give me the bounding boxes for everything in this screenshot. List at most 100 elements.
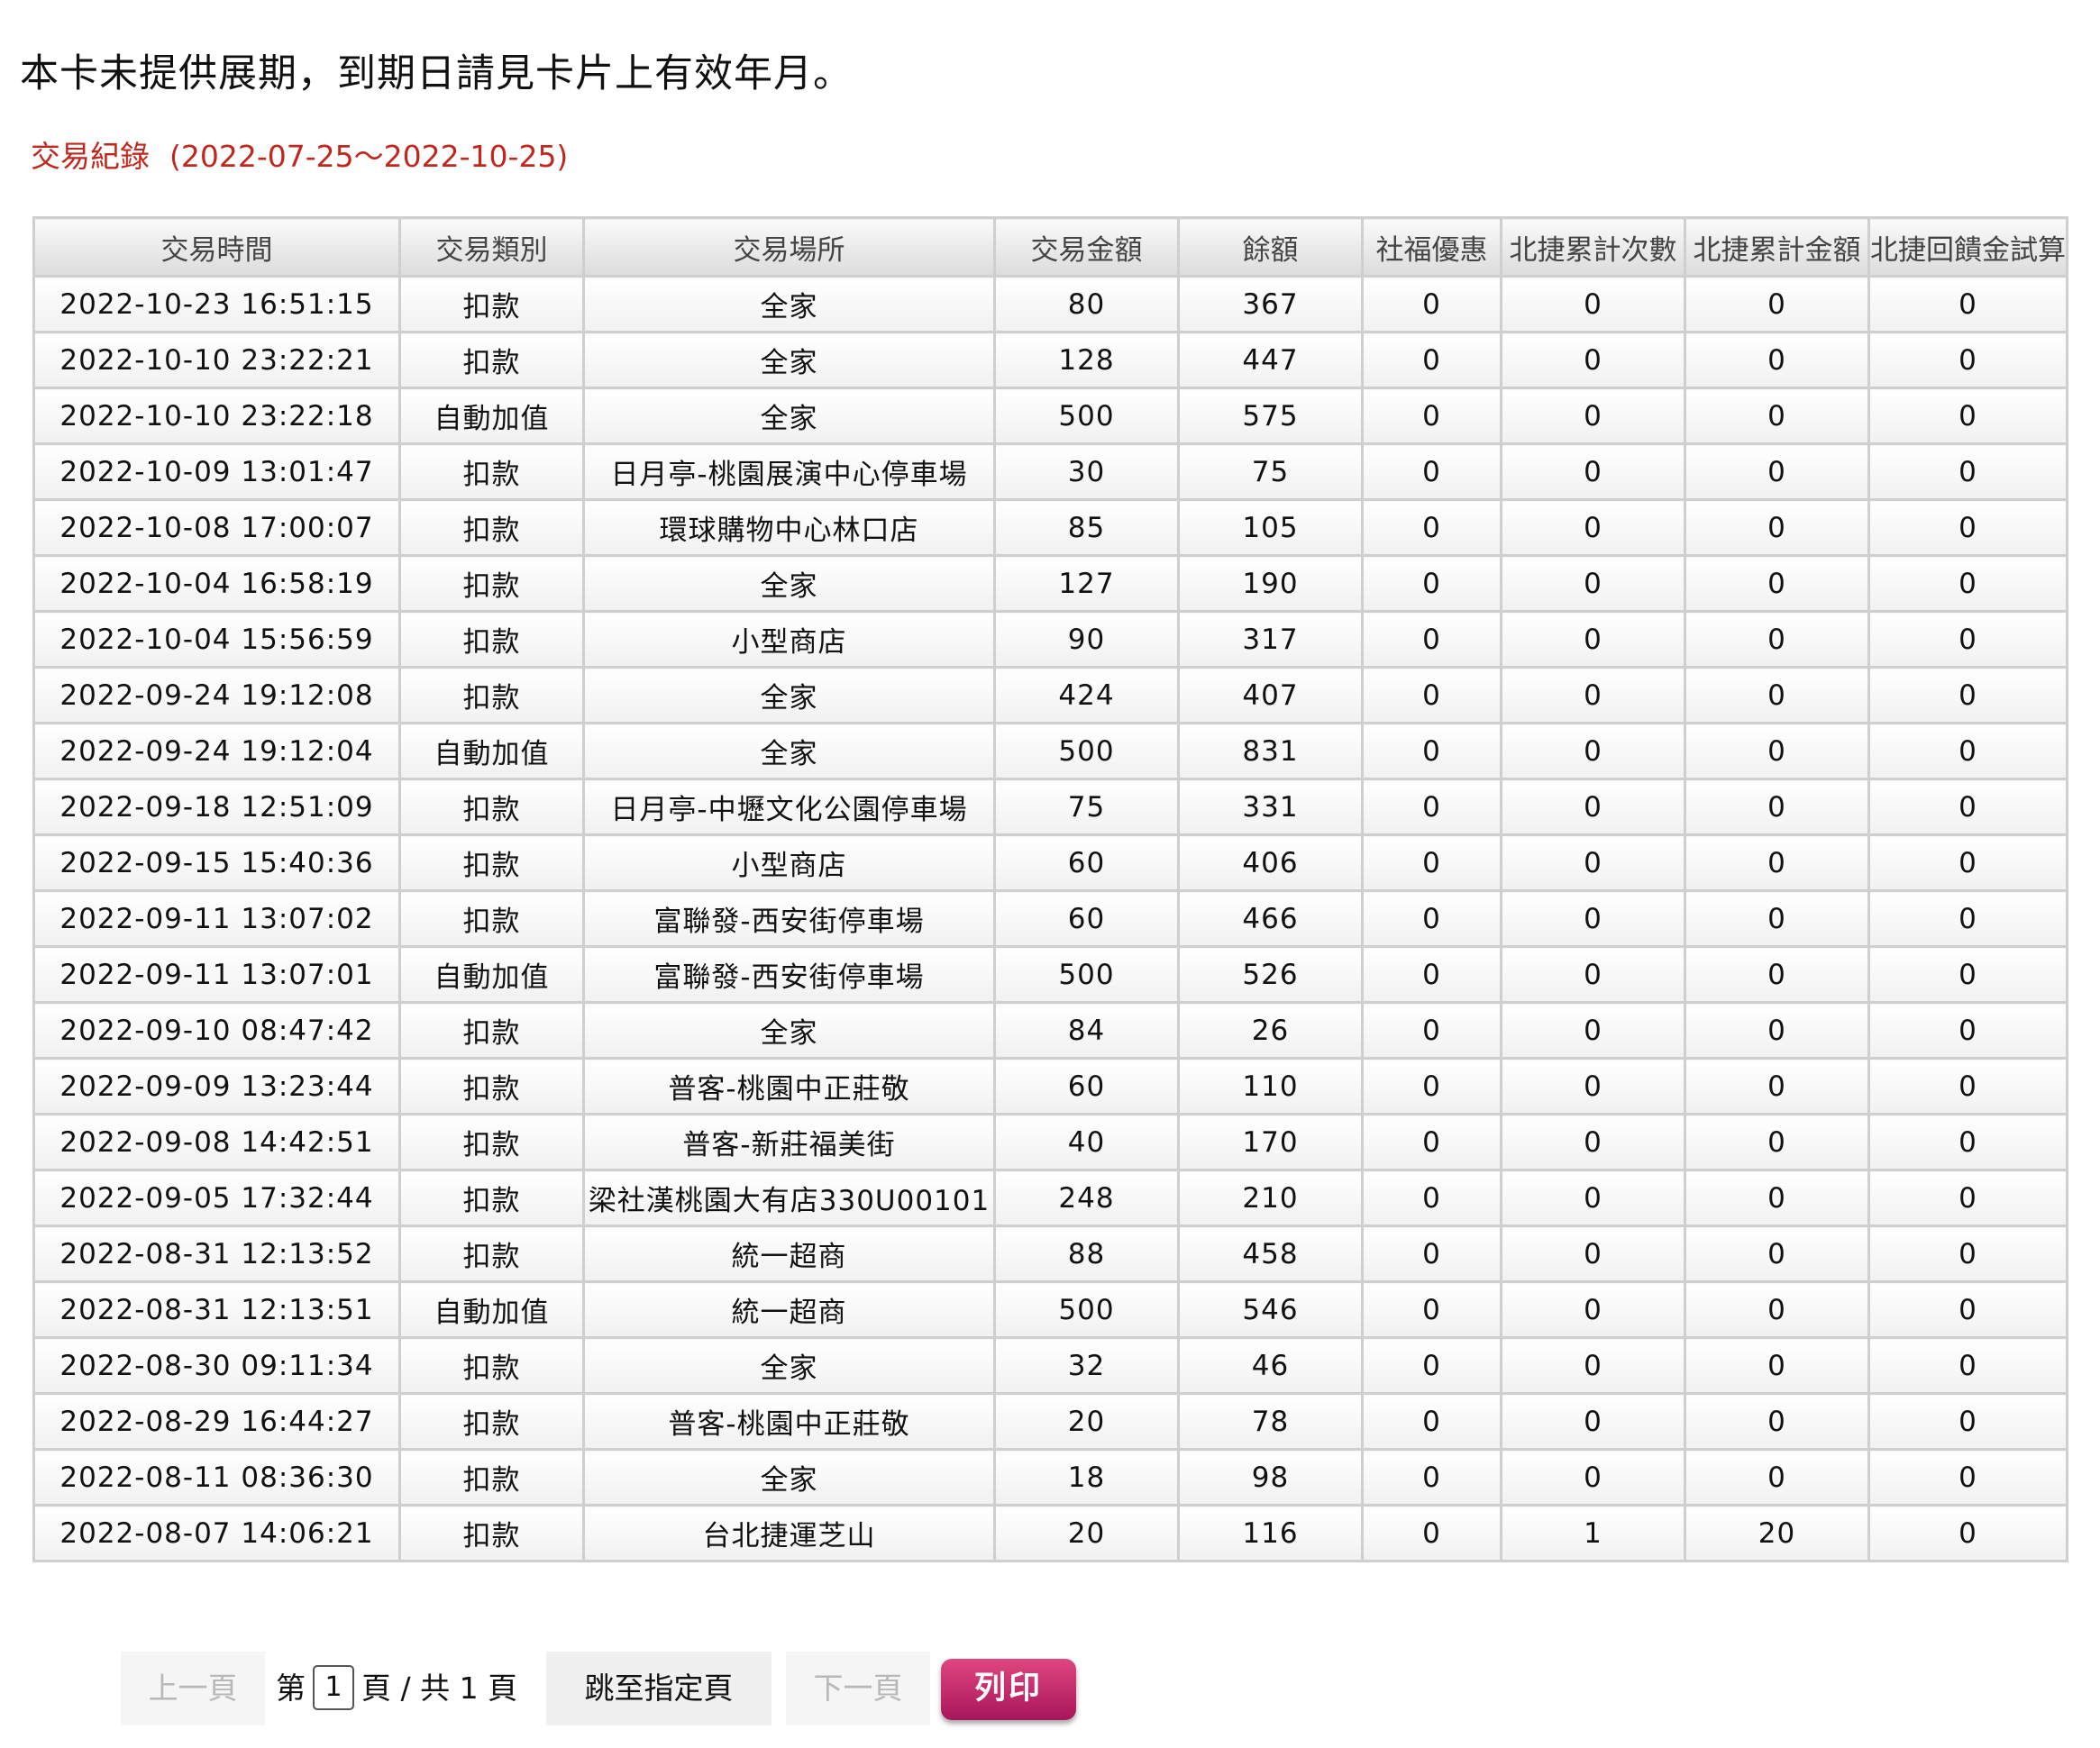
jump-to-page-button[interactable]: 跳至指定頁 — [546, 1652, 772, 1725]
table-row: 2022-10-08 17:00:07 扣款 環球購物中心林口店 85 105 0 0 0 0 — [32, 498, 2068, 557]
cell-time: 2022-09-08 14:42:51 — [32, 1113, 401, 1171]
column-header-time: 交易時間 — [32, 216, 401, 278]
cell-balance: 26 — [1177, 1001, 1364, 1060]
cell-metro-count: 0 — [1500, 1392, 1686, 1451]
cell-metro-amount: 0 — [1684, 610, 1870, 669]
column-header-amount: 交易金額 — [993, 216, 1180, 278]
page-number-input[interactable]: 1 — [313, 1664, 354, 1710]
cell-metro-count: 0 — [1500, 778, 1686, 836]
cell-type: 自動加值 — [398, 387, 585, 445]
cell-metro-rebate: 0 — [1867, 498, 2068, 557]
cell-welfare: 0 — [1361, 331, 1502, 389]
cell-location: 台北捷運芝山 — [582, 1504, 996, 1562]
cell-amount: 75 — [993, 778, 1180, 836]
cell-welfare: 0 — [1361, 1057, 1502, 1115]
cell-metro-count: 0 — [1500, 498, 1686, 557]
cell-balance: 331 — [1177, 778, 1364, 836]
cell-welfare: 0 — [1361, 1448, 1502, 1507]
cell-amount: 248 — [993, 1169, 1180, 1227]
prev-page-button[interactable]: 上一頁 — [121, 1652, 265, 1725]
cell-metro-amount: 0 — [1684, 889, 1870, 948]
cell-welfare: 0 — [1361, 889, 1502, 948]
cell-balance: 190 — [1177, 554, 1364, 613]
cell-metro-rebate: 0 — [1867, 1001, 2068, 1060]
table-row: 2022-08-07 14:06:21 扣款 台北捷運芝山 20 116 0 1 20 0 — [32, 1504, 2068, 1562]
cell-type: 扣款 — [398, 889, 585, 948]
cell-location: 全家 — [582, 387, 996, 445]
cell-metro-rebate: 0 — [1867, 889, 2068, 948]
cell-location: 環球購物中心林口店 — [582, 498, 996, 557]
print-button[interactable]: 列印 — [941, 1659, 1076, 1720]
cell-welfare: 0 — [1361, 1504, 1502, 1562]
cell-metro-count: 0 — [1500, 722, 1686, 780]
cell-location: 富聯發-西安街停車場 — [582, 945, 996, 1004]
cell-welfare: 0 — [1361, 1280, 1502, 1339]
cell-metro-count: 0 — [1500, 275, 1686, 333]
cell-time: 2022-10-04 16:58:19 — [32, 554, 401, 613]
cell-metro-amount: 0 — [1684, 1280, 1870, 1339]
cell-metro-count: 0 — [1500, 387, 1686, 445]
cell-metro-amount: 0 — [1684, 1392, 1870, 1451]
cell-welfare: 0 — [1361, 1169, 1502, 1227]
cell-metro-count: 0 — [1500, 833, 1686, 892]
cell-metro-count: 0 — [1500, 1225, 1686, 1283]
cell-balance: 46 — [1177, 1336, 1364, 1395]
cell-location: 全家 — [582, 554, 996, 613]
cell-location: 普客-新莊福美街 — [582, 1113, 996, 1171]
cell-metro-rebate: 0 — [1867, 1113, 2068, 1171]
table-row: 2022-09-18 12:51:09 扣款 日月亭-中壢文化公園停車場 75 331 0… — [32, 778, 2068, 836]
cell-balance: 170 — [1177, 1113, 1364, 1171]
cell-metro-amount: 0 — [1684, 442, 1870, 501]
cell-time: 2022-10-23 16:51:15 — [32, 275, 401, 333]
table-row: 2022-10-09 13:01:47 扣款 日月亭-桃園展演中心停車場 30 75 0 0… — [32, 442, 2068, 501]
cell-metro-count: 0 — [1500, 1001, 1686, 1060]
cell-time: 2022-09-09 13:23:44 — [32, 1057, 401, 1115]
cell-type: 扣款 — [398, 275, 585, 333]
cell-location: 梁社漢桃園大有店330U00101 — [582, 1169, 996, 1227]
cell-welfare: 0 — [1361, 1225, 1502, 1283]
cell-metro-count: 0 — [1500, 331, 1686, 389]
cell-welfare: 0 — [1361, 498, 1502, 557]
cell-time: 2022-10-04 15:56:59 — [32, 610, 401, 669]
table-row: 2022-09-10 08:47:42 扣款 全家 84 26 0 0 0 0 — [32, 1001, 2068, 1060]
cell-metro-amount: 0 — [1684, 1169, 1870, 1227]
table-row: 2022-09-11 13:07:02 扣款 富聯發-西安街停車場 60 466 0 0 0 0 — [32, 889, 2068, 948]
cell-metro-rebate: 0 — [1867, 1057, 2068, 1115]
cell-metro-rebate: 0 — [1867, 945, 2068, 1004]
cell-type: 扣款 — [398, 610, 585, 669]
cell-type: 扣款 — [398, 1113, 585, 1171]
page-suffix: 頁 — [488, 1671, 518, 1706]
page-prefix: 第 — [276, 1671, 306, 1706]
cell-amount: 40 — [993, 1113, 1180, 1171]
cell-welfare: 0 — [1361, 778, 1502, 836]
cell-time: 2022-08-31 12:13:52 — [32, 1225, 401, 1283]
cell-metro-rebate: 0 — [1867, 1280, 2068, 1339]
cell-balance: 78 — [1177, 1392, 1364, 1451]
cell-amount: 80 — [993, 275, 1180, 333]
cell-balance: 367 — [1177, 275, 1364, 333]
next-page-button[interactable]: 下一頁 — [786, 1652, 930, 1725]
table-body: 2022-10-23 16:51:15 扣款 全家 80 367 0 0 0 0 2022-10-… — [32, 275, 2068, 1562]
cell-welfare: 0 — [1361, 275, 1502, 333]
cell-location: 統一超商 — [582, 1225, 996, 1283]
cell-time: 2022-09-18 12:51:09 — [32, 778, 401, 836]
table-row: 2022-10-04 16:58:19 扣款 全家 127 190 0 0 0 0 — [32, 554, 2068, 613]
total-pages: 1 — [459, 1671, 479, 1706]
cell-welfare: 0 — [1361, 722, 1502, 780]
cell-balance: 406 — [1177, 833, 1364, 892]
cell-metro-count: 0 — [1500, 554, 1686, 613]
cell-amount: 88 — [993, 1225, 1180, 1283]
cell-welfare: 0 — [1361, 554, 1502, 613]
transaction-table: 交易時間 交易類別 交易場所 交易金額 餘額 社福優惠 北捷累計次數 北捷累計金額 北捷回饋金試… — [32, 216, 2068, 1562]
cell-type: 扣款 — [398, 833, 585, 892]
cell-time: 2022-10-09 13:01:47 — [32, 442, 401, 501]
cell-welfare: 0 — [1361, 1113, 1502, 1171]
table-row: 2022-09-24 19:12:04 自動加值 全家 500 831 0 0 0 0 — [32, 722, 2068, 780]
cell-amount: 500 — [993, 1280, 1180, 1339]
cell-location: 小型商店 — [582, 833, 996, 892]
cell-balance: 546 — [1177, 1280, 1364, 1339]
cell-amount: 60 — [993, 1057, 1180, 1115]
cell-balance: 407 — [1177, 666, 1364, 724]
column-header-balance: 餘額 — [1177, 216, 1364, 278]
cell-time: 2022-09-10 08:47:42 — [32, 1001, 401, 1060]
